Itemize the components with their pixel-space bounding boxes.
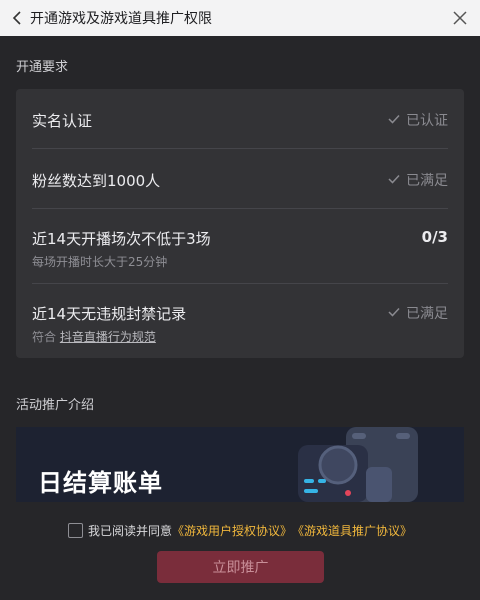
requirements-card: 实名认证 已认证 粉丝数达到1000人 已满足 近14天开播场次不低于3场 每场…	[16, 89, 464, 358]
requirement-status-text: 已满足	[406, 173, 448, 189]
behavior-rules-link[interactable]: 抖音直播行为规范	[60, 330, 156, 344]
check-icon	[388, 172, 400, 188]
requirement-row: 实名认证 已认证	[32, 110, 448, 131]
subtitle-prefix: 符合	[32, 330, 60, 344]
chevron-left-icon[interactable]	[4, 0, 30, 36]
agreement-row: 我已阅读并同意 《游戏用户授权协议》 《游戏道具推广协议》	[68, 522, 412, 539]
title-bar: 开通游戏及游戏道具推广权限	[0, 0, 480, 36]
check-icon	[388, 305, 400, 321]
requirement-row: 近14天无违规封禁记录 符合 抖音直播行为规范 已满足	[32, 303, 448, 345]
banner-illustration	[298, 427, 418, 502]
requirement-status: 已认证	[388, 110, 448, 130]
requirement-subtitle: 符合 抖音直播行为规范	[32, 328, 448, 345]
user-authorization-agreement-link[interactable]: 《游戏用户授权协议》	[172, 522, 292, 539]
divider	[32, 283, 448, 284]
requirement-status-text: 已满足	[406, 306, 448, 322]
agreement-checkbox[interactable]	[68, 523, 83, 538]
requirement-status: 已满足	[388, 303, 448, 323]
promote-now-button[interactable]: 立即推广	[157, 551, 324, 583]
requirement-title: 近14天无违规封禁记录	[32, 305, 187, 323]
divider	[32, 148, 448, 149]
requirement-subtitle: 每场开播时长大于25分钟	[32, 255, 168, 269]
banner-title: 日结算账单	[38, 469, 163, 497]
requirement-row: 近14天开播场次不低于3场 每场开播时长大于25分钟 0/3	[32, 228, 448, 270]
requirement-status-text: 已认证	[406, 113, 448, 129]
divider	[32, 208, 448, 209]
item-promotion-agreement-link[interactable]: 《游戏道具推广协议》	[292, 522, 412, 539]
requirement-title: 实名认证	[32, 112, 93, 130]
promo-banner: 日结算账单	[16, 427, 464, 502]
close-icon[interactable]	[450, 8, 470, 28]
agreement-text: 我已阅读并同意	[88, 524, 173, 538]
check-icon	[388, 112, 400, 128]
requirement-row: 粉丝数达到1000人 已满足	[32, 170, 448, 191]
dialog-title: 开通游戏及游戏道具推广权限	[30, 11, 212, 27]
requirement-title: 近14天开播场次不低于3场	[32, 230, 211, 248]
requirement-progress: 0/3	[421, 228, 448, 246]
requirement-status: 已满足	[388, 170, 448, 190]
requirements-heading: 开通要求	[16, 60, 69, 75]
requirement-title: 粉丝数达到1000人	[32, 172, 161, 190]
promo-heading: 活动推广介绍	[16, 398, 95, 413]
